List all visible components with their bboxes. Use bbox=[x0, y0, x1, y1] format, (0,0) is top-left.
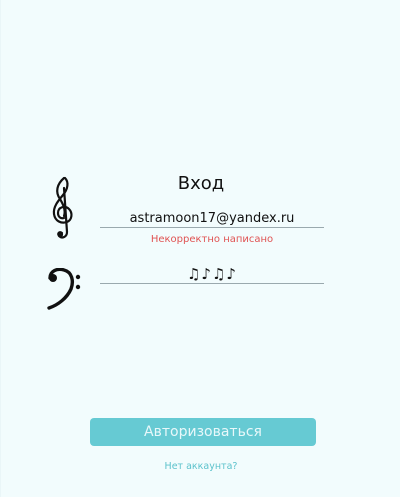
signup-link[interactable]: Нет аккаунта? bbox=[1, 461, 400, 473]
login-screen: Вход Некорректно написано Авторизоваться… bbox=[0, 0, 400, 497]
password-field[interactable] bbox=[100, 264, 324, 284]
email-error-message: Некорректно написано bbox=[150, 234, 274, 245]
bass-clef-icon bbox=[47, 268, 81, 310]
treble-clef-icon bbox=[52, 176, 73, 239]
login-button[interactable]: Авторизоваться bbox=[90, 418, 316, 446]
password-field-underline bbox=[100, 283, 324, 284]
email-field[interactable] bbox=[100, 208, 324, 228]
email-field-underline bbox=[100, 227, 324, 228]
